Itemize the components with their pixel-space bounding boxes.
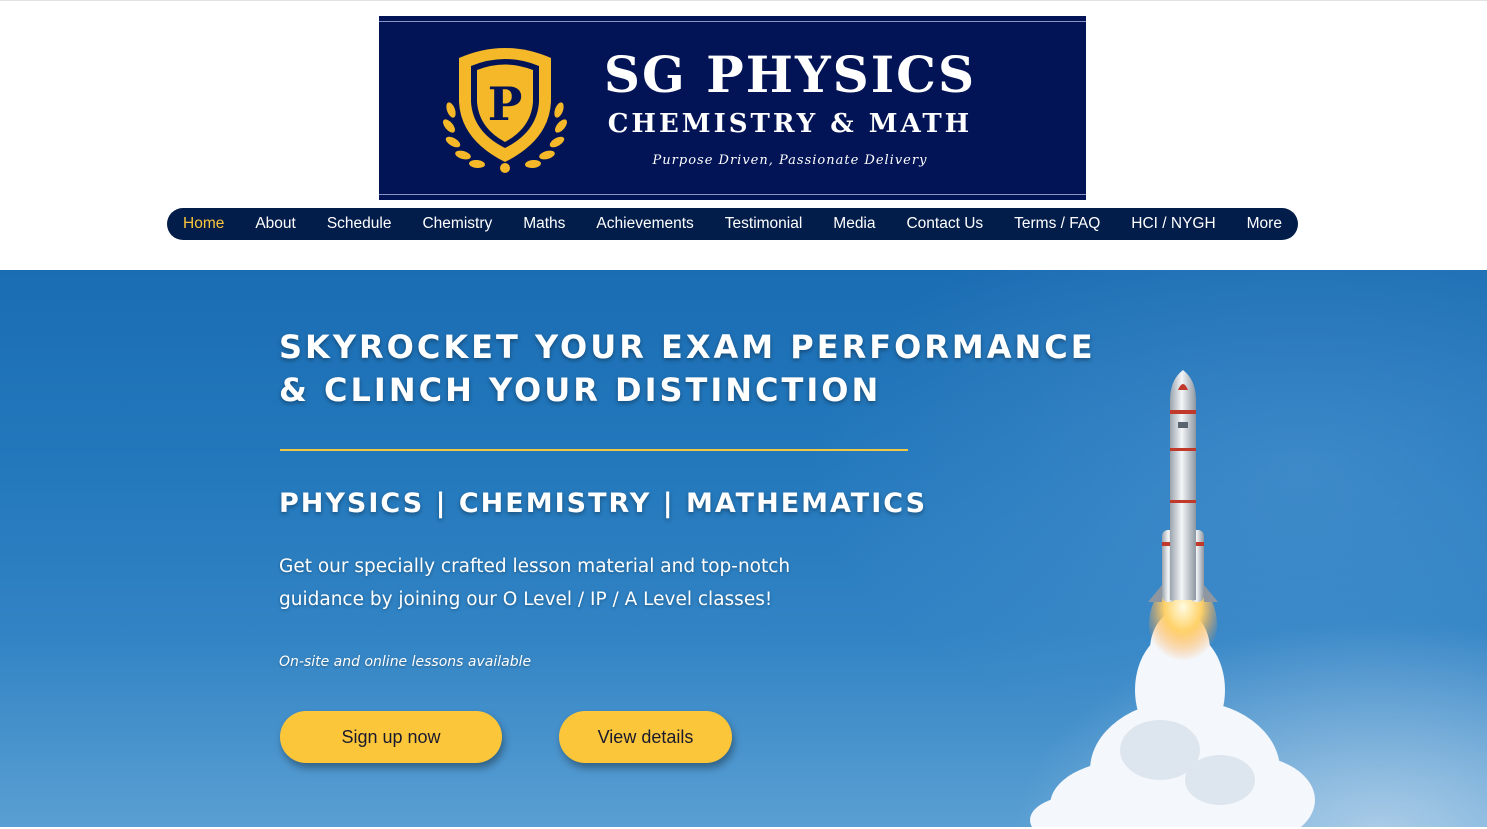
hero-description: Get our specially crafted lesson materia… — [279, 556, 791, 610]
nav-item-schedule[interactable]: Schedule — [327, 215, 392, 233]
brand-title: SG PHYSICS — [603, 45, 977, 104]
rocket-launch-image — [1030, 352, 1315, 827]
nav-item-testimonial[interactable]: Testimonial — [725, 215, 803, 233]
site-logo[interactable]: P SG PHYSICS CHEMISTRY & MATH Purpose Dr… — [379, 16, 1086, 200]
nav-item-home[interactable]: Home — [183, 215, 224, 233]
nav-item-more[interactable]: More — [1247, 215, 1282, 233]
view-details-button[interactable]: View details — [559, 711, 732, 763]
brand-subtitle: CHEMISTRY & MATH — [607, 109, 973, 139]
nav-item-contact-us[interactable]: Contact Us — [906, 215, 983, 233]
nav-item-about[interactable]: About — [255, 215, 296, 233]
hero-subjects: PHYSICS | CHEMISTRY | MATHEMATICS — [279, 488, 928, 519]
nav-item-maths[interactable]: Maths — [523, 215, 565, 233]
hero-note: On-site and online lessons available — [279, 654, 532, 670]
hero-title: SKYROCKET YOUR EXAM PERFORMANCE & CLINCH… — [279, 326, 1109, 412]
top-divider — [0, 0, 1487, 1]
nav-item-hci-nygh[interactable]: HCI / NYGH — [1131, 215, 1215, 233]
hero-section: SKYROCKET YOUR EXAM PERFORMANCE & CLINCH… — [0, 270, 1487, 827]
nav-item-chemistry[interactable]: Chemistry — [422, 215, 492, 233]
sign-up-button[interactable]: Sign up now — [280, 711, 502, 763]
logo-rule-bottom — [379, 194, 1086, 195]
crest-letter: P — [488, 77, 523, 131]
hero-divider — [280, 449, 908, 451]
hero-title-line-2: & CLINCH YOUR DISTINCTION — [279, 371, 882, 409]
crest-shield-icon: P — [443, 48, 567, 173]
hero-title-line-1: SKYROCKET YOUR EXAM PERFORMANCE — [279, 328, 1096, 366]
nav-item-media[interactable]: Media — [833, 215, 875, 233]
main-nav: Home About Schedule Chemistry Maths Achi… — [167, 208, 1298, 240]
logo-rule-top — [379, 21, 1086, 22]
nav-item-terms-faq[interactable]: Terms / FAQ — [1014, 215, 1100, 233]
brand-tagline: Purpose Driven, Passionate Delivery — [652, 153, 928, 168]
nav-item-achievements[interactable]: Achievements — [596, 215, 693, 233]
